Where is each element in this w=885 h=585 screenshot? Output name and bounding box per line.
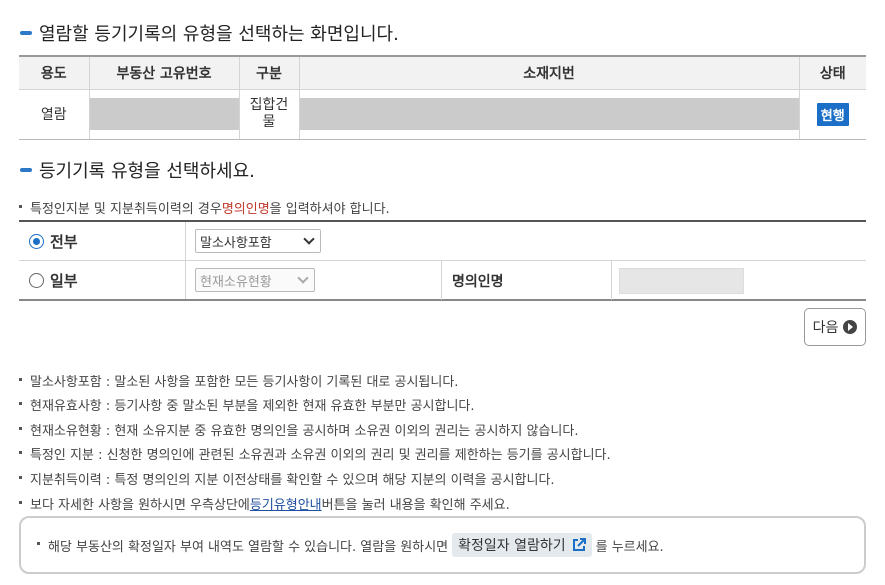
cell-address [298, 88, 800, 140]
note-suffix: 을 입력하셔야 합니다. [269, 202, 390, 217]
masked-unique-number [89, 98, 239, 130]
section-title-view: 열람할 등기기록의 유형을 선택하는 화면입니다. [20, 20, 399, 46]
info-text: 지분취득이력 : 특정 명의인의 지분 이전상태를 확인할 수 있으며 해당 지… [30, 473, 555, 488]
bullet-icon [19, 500, 22, 504]
registry-type-guide-link[interactable]: 등기유형안내 [250, 494, 322, 513]
header-unique-number: 부동산 고유번호 [88, 56, 240, 90]
info-text: 현재유효사항 : 등기사항 중 말소된 부분을 제외한 현재 유효한 부분만 공… [30, 399, 475, 414]
select-all-type[interactable]: 말소사항포함 [195, 229, 321, 253]
option-row-partial: 일부 현재소유현황 명의인명 [19, 261, 866, 300]
property-table: 용도 부동산 고유번호 구분 소재지번 상태 열람 집합건물 현행 [19, 55, 866, 140]
fixed-date-button-label: 확정일자 열람하기 [458, 538, 566, 554]
select-partial-type[interactable]: 현재소유현황 [195, 268, 315, 292]
holder-note: 특정인지분 및 지분취득이력의 경우 명의인명 을 입력하셔야 합니다. [19, 198, 390, 217]
option-all-label: 전부 [50, 232, 78, 251]
guide-suffix: 버튼을 눌러 내용을 확인해 주세요. [321, 498, 510, 513]
holder-name-input[interactable] [619, 268, 744, 294]
box-prefix: 해당 부동산의 확정일자 부여 내역도 열람할 수 있습니다. 열람을 원하시면 [48, 539, 449, 555]
chevron-down-icon [297, 272, 309, 284]
option-partial-label: 일부 [50, 271, 78, 290]
header-address: 소재지번 [298, 56, 800, 90]
cell-status: 현행 [798, 88, 866, 140]
header-category: 구분 [238, 56, 300, 90]
option-all[interactable]: 전부 [19, 222, 186, 260]
info-item: 현재유효사항 : 등기사항 중 말소된 부분을 제외한 현재 유효한 부분만 공… [19, 395, 475, 414]
bullet-icon [19, 450, 22, 454]
guide-item: 보다 자세한 사항을 원하시면 우측상단에 등기유형안내 버튼을 눌러 내용을 확… [19, 494, 510, 513]
radio-partial[interactable] [29, 272, 44, 288]
title-marker-icon [20, 168, 32, 172]
external-link-icon [572, 538, 586, 551]
info-item: 지분취득이력 : 특정 명의인의 지분 이전상태를 확인할 수 있으며 해당 지… [19, 469, 555, 488]
note-highlight: 명의인명 [221, 202, 270, 217]
type-selection-table: 전부 말소사항포함 일부 현재소유현황 명의인명 [19, 220, 866, 301]
header-usage: 용도 [19, 56, 90, 90]
header-status: 상태 [798, 56, 866, 90]
info-item: 말소사항포함 : 말소된 사항을 포함한 모든 등기사항이 기록된 대로 공시됩… [19, 371, 458, 390]
select-partial-value: 현재소유현황 [200, 274, 272, 290]
title-marker-icon [20, 31, 32, 35]
note-prefix: 특정인지분 및 지분취득이력의 경우 [30, 202, 222, 217]
bullet-icon [19, 401, 22, 405]
next-button-label: 다음 [812, 320, 839, 336]
cell-usage: 열람 [19, 88, 90, 140]
bullet-icon [19, 377, 22, 381]
section-title-text: 열람할 등기기록의 유형을 선택하는 화면입니다. [39, 24, 399, 45]
bullet-icon [19, 426, 22, 430]
fixed-date-view-button[interactable]: 확정일자 열람하기 [452, 533, 592, 557]
holder-name-label: 명의인명 [441, 261, 612, 300]
select-all-value: 말소사항포함 [200, 235, 272, 251]
next-button[interactable]: 다음 [804, 308, 866, 346]
arrow-right-icon [843, 320, 858, 334]
box-suffix: 를 누르세요. [595, 539, 664, 555]
bullet-icon [37, 542, 40, 545]
bullet-icon [19, 475, 22, 479]
table-row: 열람 집합건물 현행 [19, 88, 866, 140]
info-text: 특정인 지분 : 신청한 명의인에 관련된 소유권과 소유권 이외의 권리 및 … [30, 448, 611, 463]
info-item: 특정인 지분 : 신청한 명의인에 관련된 소유권과 소유권 이외의 권리 및 … [19, 444, 611, 463]
option-row-all: 전부 말소사항포함 [19, 222, 866, 261]
chevron-down-icon [303, 233, 315, 245]
category-text: 집합건물 [249, 97, 289, 130]
section-title-text: 등기기록 유형을 선택하세요. [39, 161, 255, 182]
guide-prefix: 보다 자세한 사항을 원하시면 우측상단에 [30, 498, 250, 513]
info-text: 말소사항포함 : 말소된 사항을 포함한 모든 등기사항이 기록된 대로 공시됩… [30, 375, 459, 390]
option-partial[interactable]: 일부 [19, 261, 186, 299]
fixed-date-box: 해당 부동산의 확정일자 부여 내역도 열람할 수 있습니다. 열람을 원하시면… [19, 516, 866, 574]
masked-address [299, 98, 799, 130]
info-text: 현재소유현황 : 현재 소유지분 중 유효한 명의인을 공시하며 소유권 이외의… [30, 424, 579, 439]
radio-all[interactable] [29, 233, 44, 249]
cell-category: 집합건물 [238, 88, 300, 140]
cell-unique-number [88, 88, 240, 140]
status-badge: 현행 [816, 102, 849, 126]
section-title-select: 등기기록 유형을 선택하세요. [20, 157, 255, 183]
bullet-icon [19, 204, 22, 208]
info-item: 현재소유현황 : 현재 소유지분 중 유효한 명의인을 공시하며 소유권 이외의… [19, 420, 578, 439]
